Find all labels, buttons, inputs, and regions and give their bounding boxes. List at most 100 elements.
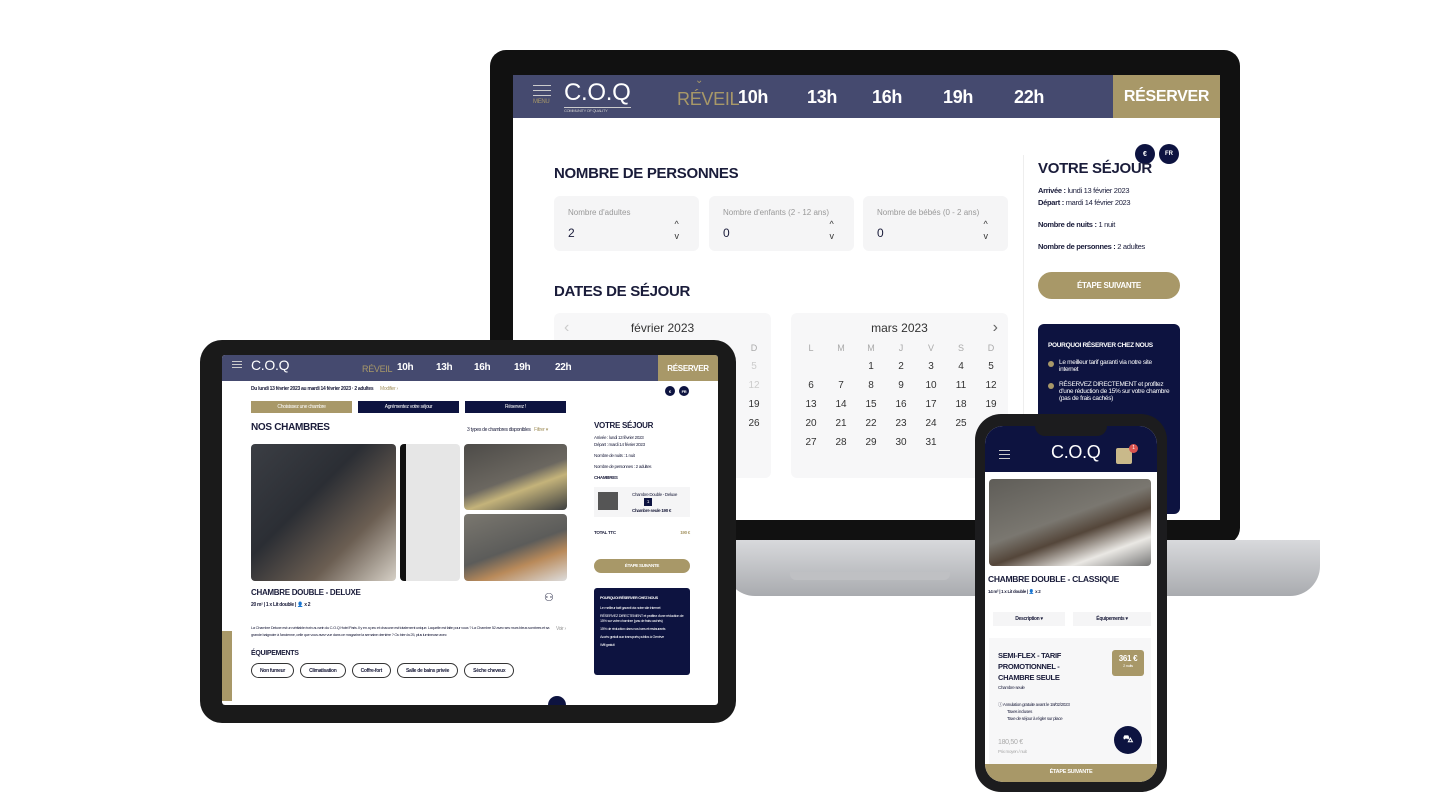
menu-button[interactable]	[999, 450, 1010, 459]
nav-16h[interactable]: 16h	[872, 87, 902, 108]
nav-19h[interactable]: 19h	[943, 87, 973, 108]
calendar-day[interactable]: 5	[976, 361, 1006, 372]
scroll-top-button[interactable]	[548, 696, 566, 705]
site-header: C.O.Q 1	[985, 426, 1157, 472]
arrival-label: Arrivée :	[1038, 186, 1066, 195]
departure-label: Départ :	[1038, 198, 1064, 207]
departure: Départ : mardi 14 février 2023	[594, 442, 645, 447]
modify-link[interactable]: Modifier ›	[380, 386, 398, 392]
calendar-day[interactable]: 17	[916, 399, 946, 410]
offer-price-badge[interactable]: 361 €2 nuits	[1112, 650, 1144, 676]
calendar-day[interactable]: 11	[946, 380, 976, 391]
why-item: RÉSERVEZ DIRECTEMENT et profitez d'une r…	[1059, 381, 1170, 402]
step-enhance-stay[interactable]: Agrémentez votre séjour	[358, 401, 459, 413]
calendar-day[interactable]: 21	[826, 418, 856, 429]
babies-stepper[interactable]: Nombre de bébés (0 - 2 ans) 0 ^ v	[863, 196, 1008, 251]
nav-16h[interactable]: 16h	[474, 362, 491, 373]
room-guests: x 2	[304, 602, 311, 608]
calendar-day[interactable]: 1	[856, 361, 886, 372]
nav-reveil[interactable]: RÉVEIL	[362, 364, 393, 374]
why-item: Le meilleur tarif garanti via notre site…	[1059, 359, 1152, 373]
calendar-day[interactable]: 22	[856, 418, 886, 429]
calendar-month-title: février 2023	[630, 321, 695, 335]
adults-stepper[interactable]: Nombre d'adultes 2 ^ v	[554, 196, 699, 251]
calendar-day[interactable]: 13	[796, 399, 826, 410]
calendar-day[interactable]: 19	[976, 399, 1006, 410]
calendar-day[interactable]: 15	[856, 399, 886, 410]
nav-19h[interactable]: 19h	[514, 362, 531, 373]
social-sidebar[interactable]	[222, 631, 232, 701]
room-size: 20 m²	[251, 602, 263, 608]
calendar-day[interactable]: 25	[946, 418, 976, 429]
filter-button[interactable]: Filtrer ▾	[534, 427, 548, 433]
next-step-button[interactable]: ÉTAPE SUIVANTE	[1038, 272, 1180, 299]
currency-button[interactable]: €	[665, 386, 675, 396]
calendar-day[interactable]: 19	[739, 399, 769, 410]
next-step-button[interactable]: ÉTAPE SUIVANTE	[594, 559, 690, 573]
rooms-count: 3 types de chambres disponibles	[467, 427, 531, 433]
next-step-button[interactable]: ÉTAPE SUIVANTE	[985, 764, 1157, 782]
chevron-updown-icon[interactable]: ^ v	[984, 218, 989, 242]
equipments-tab[interactable]: Équipements ▾	[1073, 612, 1151, 626]
nav-22h[interactable]: 22h	[1014, 87, 1044, 108]
nav-13h[interactable]: 13h	[807, 87, 837, 108]
children-stepper[interactable]: Nombre d'enfants (2 - 12 ans) 0 ^ v	[709, 196, 854, 251]
basket-icon[interactable]: ⛍	[1114, 726, 1142, 754]
quantity-stepper[interactable]: 1	[644, 498, 652, 506]
language-button[interactable]: FR	[1159, 144, 1179, 164]
menu-button[interactable]	[232, 361, 242, 368]
calendar-day[interactable]: 18	[946, 399, 976, 410]
room-photo-2[interactable]	[464, 444, 567, 510]
nav-10h[interactable]: 10h	[738, 87, 768, 108]
stay-title: VOTRE SÉJOUR	[594, 421, 654, 430]
language-button[interactable]: FR	[679, 386, 689, 396]
logo-tagline: COMMUNITY OF QUALITY	[564, 107, 631, 113]
calendar-day[interactable]: 7	[826, 380, 856, 391]
calendar-day[interactable]: 30	[886, 437, 916, 448]
calendar-day[interactable]: 10	[916, 380, 946, 391]
calendar-day[interactable]: 12	[739, 380, 769, 391]
step-book[interactable]: Réservez !	[465, 401, 566, 413]
nav-13h[interactable]: 13h	[436, 362, 453, 373]
nav-10h[interactable]: 10h	[397, 362, 414, 373]
step-choose-room[interactable]: Choisissez une chambre	[251, 401, 352, 413]
chevron-updown-icon[interactable]: ^ v	[675, 218, 680, 242]
calendar-day[interactable]: 9	[886, 380, 916, 391]
calendar-day[interactable]: 31	[916, 437, 946, 448]
calendar-day[interactable]: 8	[856, 380, 886, 391]
calendar-day[interactable]: 28	[826, 437, 856, 448]
calendar-day[interactable]: 2	[886, 361, 916, 372]
calendar-day[interactable]: 6	[796, 380, 826, 391]
calendar-day[interactable]: 24	[916, 418, 946, 429]
calendar-day[interactable]: 20	[796, 418, 826, 429]
calendar-day[interactable]: 5	[739, 361, 769, 372]
calendar-day[interactable]: 3	[916, 361, 946, 372]
logo[interactable]: C.O.Q	[251, 357, 289, 373]
nav-22h[interactable]: 22h	[555, 362, 572, 373]
calendar-day[interactable]: 16	[886, 399, 916, 410]
room-photo-main[interactable]	[251, 444, 396, 581]
room-photo-bathroom[interactable]	[400, 444, 460, 581]
menu-button[interactable]: MENU	[533, 85, 551, 105]
room-photo[interactable]	[989, 479, 1151, 566]
calendar-day[interactable]: 29	[856, 437, 886, 448]
nav-reveil[interactable]: RÉVEIL	[677, 89, 740, 110]
calendar-day[interactable]: 12	[976, 380, 1006, 391]
calendar-day[interactable]: 26	[739, 418, 769, 429]
room-photo-3[interactable]	[464, 514, 567, 581]
logo[interactable]: C.O.Q	[1051, 442, 1101, 463]
description-tab[interactable]: Description ▾	[993, 612, 1065, 626]
reserve-button[interactable]: RÉSERVER	[658, 355, 718, 381]
reserve-button[interactable]: RÉSERVER	[1113, 75, 1220, 118]
calendar-day[interactable]: 27	[796, 437, 826, 448]
chevron-right-icon[interactable]: ›	[993, 319, 998, 337]
calendar-day[interactable]: 23	[886, 418, 916, 429]
chevron-left-icon[interactable]: ‹	[564, 319, 569, 337]
see-more-link[interactable]: Voir ›	[556, 626, 566, 632]
logo[interactable]: C.O.Q COMMUNITY OF QUALITY	[564, 79, 631, 113]
cart-room-name: Chambre Double - Deluxe	[632, 492, 678, 497]
chevron-updown-icon[interactable]: ^ v	[830, 218, 835, 242]
calendar-day[interactable]: 14	[826, 399, 856, 410]
calendar-day[interactable]: 4	[946, 361, 976, 372]
phone-notch	[1035, 426, 1107, 436]
